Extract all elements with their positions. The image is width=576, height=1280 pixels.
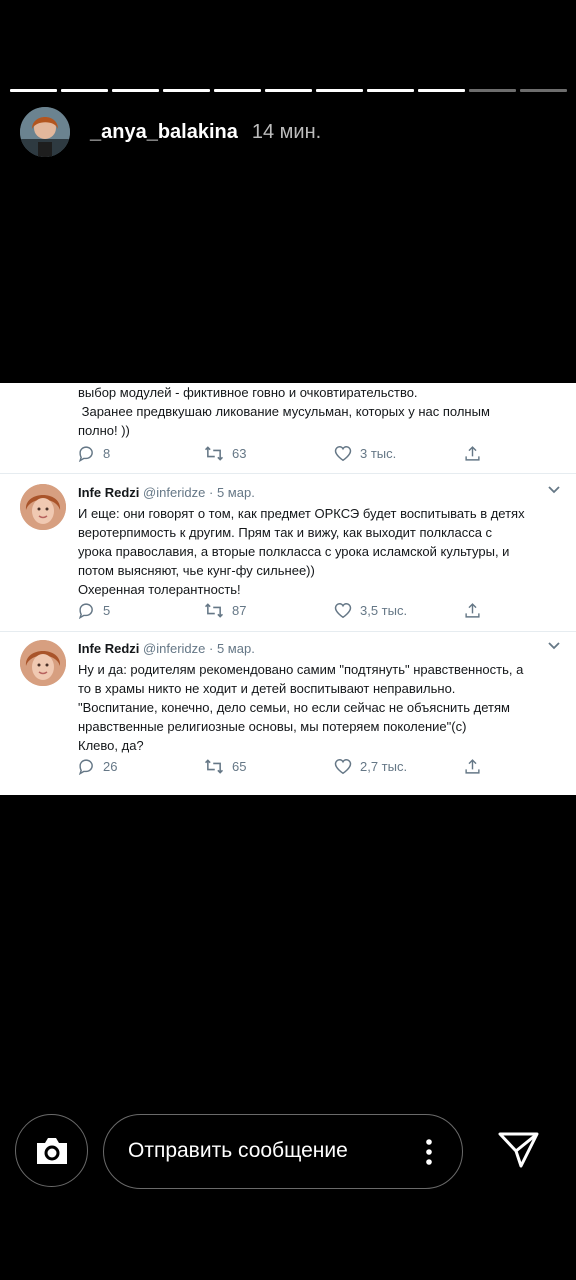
progress-segment	[10, 89, 57, 92]
tweet-line: то в храмы никто не ходит и детей воспит…	[78, 681, 456, 696]
retweet-icon	[204, 446, 224, 461]
tweet-handle[interactable]: @inferidze	[143, 485, 205, 500]
tweet-actions: 26 65 2,7 тыс.	[78, 758, 498, 778]
send-icon[interactable]	[497, 1130, 541, 1170]
share-icon	[465, 603, 480, 618]
reply-count: 8	[103, 446, 111, 461]
progress-segment	[469, 89, 516, 92]
tweet-text: Ну и да: родителям рекомендовано самим "…	[78, 660, 564, 755]
progress-segment	[520, 89, 567, 92]
tweet-line: веротерпимость к другим. Прям так и вижу…	[78, 525, 493, 540]
story-username[interactable]: _anya_balakina	[90, 121, 238, 144]
tweet-separator: ·	[209, 641, 214, 656]
tweet-header: Infe Redzi @inferidze · 5 мар.	[78, 640, 255, 658]
camera-button[interactable]	[15, 1114, 88, 1187]
message-input[interactable]: Отправить сообщение	[103, 1114, 463, 1189]
like-count: 3 тыс.	[360, 446, 397, 461]
share-icon	[465, 446, 480, 461]
retweet-count: 87	[232, 603, 247, 618]
retweet-action[interactable]: 87	[204, 602, 246, 619]
tweet-screenshot: выбор модулей - фиктивное говно и очковт…	[0, 383, 576, 795]
reply-icon	[78, 603, 93, 619]
retweet-icon	[204, 603, 224, 618]
camera-icon	[36, 1137, 67, 1164]
share-action[interactable]	[464, 758, 489, 775]
tweet-line: "Воспитание, конечно, дело семьи, но есл…	[78, 700, 510, 715]
retweet-count: 63	[232, 446, 247, 461]
like-icon	[334, 758, 352, 775]
tweet-line: Заранее предвкушаю ликование мусульман, …	[78, 404, 490, 419]
progress-segment	[367, 89, 414, 92]
story-avatar[interactable]	[20, 107, 70, 157]
share-action[interactable]	[464, 602, 489, 619]
more-vertical-icon[interactable]	[426, 1139, 432, 1165]
tweet-divider	[0, 631, 576, 632]
tweet-author-name[interactable]: Infe Redzi	[78, 485, 139, 500]
retweet-count: 65	[232, 759, 247, 774]
tweet-avatar[interactable]	[20, 640, 66, 686]
like-count: 3,5 тыс.	[360, 603, 408, 618]
story-progress-bar	[10, 89, 567, 92]
tweet-line: Ну и да: родителям рекомендовано самим "…	[78, 662, 524, 677]
retweet-action[interactable]: 65	[204, 758, 246, 775]
like-icon	[334, 445, 352, 462]
progress-segment	[418, 89, 465, 92]
tweet-text-continued: выбор модулей - фиктивное говно и очковт…	[78, 383, 564, 440]
progress-segment	[265, 89, 312, 92]
tweet-line: выбор модулей - фиктивное говно и очковт…	[78, 385, 418, 400]
reply-icon	[78, 759, 93, 775]
story-header: _anya_balakina 14 мин.	[20, 106, 321, 158]
tweet-avatar[interactable]	[20, 484, 66, 530]
chevron-down-icon[interactable]	[548, 486, 560, 494]
chevron-down-icon[interactable]	[548, 642, 560, 650]
progress-segment	[214, 89, 261, 92]
reply-action[interactable]: 5	[78, 602, 110, 619]
story-reply-bar: Отправить сообщение	[0, 1114, 576, 1192]
progress-segment	[163, 89, 210, 92]
tweet-date[interactable]: 5 мар.	[217, 641, 255, 656]
progress-segment	[112, 89, 159, 92]
retweet-icon	[204, 759, 224, 774]
tweet-line: урока православия, а вторые полкласса с …	[78, 544, 510, 559]
share-icon	[465, 759, 480, 774]
like-action[interactable]: 3 тыс.	[334, 445, 396, 462]
tweet-date[interactable]: 5 мар.	[217, 485, 255, 500]
message-placeholder: Отправить сообщение	[128, 1139, 348, 1162]
tweet-header: Infe Redzi @inferidze · 5 мар.	[78, 484, 255, 502]
story-timestamp: 14 мин.	[251, 120, 322, 143]
like-icon	[334, 602, 352, 619]
tweet-line: нравственные религиозные основы, мы поте…	[78, 719, 467, 734]
progress-segment	[61, 89, 108, 92]
tweet-text: И еще: они говорят о том, как предмет ОР…	[78, 504, 564, 599]
tweet-line: И еще: они говорят о том, как предмет ОР…	[78, 506, 525, 521]
tweet-handle[interactable]: @inferidze	[143, 641, 205, 656]
reply-action[interactable]: 8	[78, 445, 110, 462]
share-action[interactable]	[464, 445, 489, 462]
tweet-actions: 5 87 3,5 тыс.	[78, 602, 498, 622]
like-count: 2,7 тыс.	[360, 759, 408, 774]
retweet-action[interactable]: 63	[204, 445, 246, 462]
reply-action[interactable]: 26	[78, 758, 117, 775]
progress-segment	[316, 89, 363, 92]
reply-count: 26	[103, 759, 118, 774]
like-action[interactable]: 3,5 тыс.	[334, 602, 407, 619]
tweet-separator: ·	[209, 485, 214, 500]
tweet-line: Охеренная толерантность!	[78, 582, 241, 597]
like-action[interactable]: 2,7 тыс.	[334, 758, 407, 775]
tweet-actions: 8 63 3 тыс.	[78, 445, 498, 465]
tweet-line: потом выясняют, чье кунг-фу сильнее))	[78, 563, 315, 578]
reply-icon	[78, 446, 93, 462]
tweet-line: Клево, да?	[78, 738, 144, 753]
tweet-line: полно! ))	[78, 423, 130, 438]
tweet-author-name[interactable]: Infe Redzi	[78, 641, 139, 656]
reply-count: 5	[103, 603, 111, 618]
tweet-divider	[0, 473, 576, 474]
